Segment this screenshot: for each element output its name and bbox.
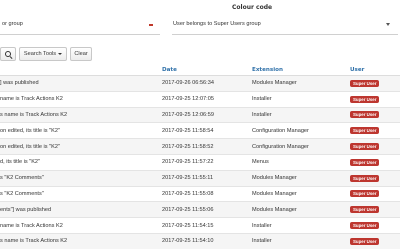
date-cell: 2017-09-25 11:58:52 (162, 138, 252, 155)
column-header-date[interactable]: Date (162, 64, 252, 76)
search-icon (5, 50, 11, 57)
colour-code-select[interactable]: User belongs to Super Users group (172, 14, 398, 35)
caret-down-icon (58, 52, 63, 55)
user-badge: Super User (350, 95, 380, 103)
message-cell[interactable]: name is Track Actions K2 (0, 217, 162, 234)
user-cell: Super User (350, 75, 400, 92)
user-cell: Super User (350, 106, 400, 123)
table-row: s "K2 Comments" 2017-09-25 11:55:08 Module… (0, 185, 400, 202)
user-cell: Super User (350, 90, 400, 108)
date-cell: 2017-09-25 11:55:06 (162, 201, 252, 218)
message-cell[interactable]: d, its title is "K2" (0, 153, 162, 171)
extension-cell: Installer (252, 106, 350, 123)
date-cell: 2017-09-26 06:56:34 (162, 75, 252, 92)
colour-code-label: Colour code (232, 4, 273, 11)
table-row: s name is Track Actions K2 2017-09-25 12:… (0, 106, 400, 123)
filter-bar: or group Colour code User belongs to Sup… (0, 0, 400, 40)
user-badge: Super User (350, 174, 380, 182)
date-cell: 2017-09-25 12:07:05 (162, 90, 252, 108)
extension-cell: Configuration Manager (252, 138, 350, 155)
user-cell: Super User (350, 169, 400, 187)
extension-cell: Modules Manager (252, 75, 350, 92)
message-cell[interactable]: on edited, its title is "K2" (0, 138, 162, 155)
extension-cell: Modules Manager (252, 201, 350, 218)
message-cell[interactable]: s "K2 Comments" (0, 185, 162, 202)
date-cell: 2017-09-25 11:54:10 (162, 232, 252, 249)
search-tools-label: Search Tools (23, 51, 57, 57)
table-header-row: Date Extension User (0, 64, 400, 76)
group-filter-select[interactable]: or group (0, 14, 160, 35)
extension-cell: Configuration Manager (252, 122, 350, 139)
column-header-extension[interactable]: Extension (252, 64, 350, 76)
user-badge: Super User (350, 190, 380, 198)
date-cell: 2017-09-25 11:55:11 (162, 169, 252, 187)
user-badge: Super User (350, 222, 380, 230)
column-header-message (0, 64, 162, 76)
table-body: ] was published 2017-09-26 06:56:34 Module… (0, 75, 400, 249)
message-cell[interactable]: ents"] was published (0, 201, 162, 218)
date-cell: 2017-09-25 12:06:59 (162, 106, 252, 123)
table-row: s name is Track Actions K2 2017-09-25 11:… (0, 232, 400, 249)
table-row: name is Track Actions K2 2017-09-25 11:54… (0, 217, 400, 234)
colour-code-value: User belongs to Super Users group (173, 21, 261, 27)
user-badge: Super User (350, 206, 380, 214)
date-cell: 2017-09-25 11:57:22 (162, 153, 252, 171)
message-cell[interactable]: ] was published (0, 75, 162, 92)
date-cell: 2017-09-25 11:54:15 (162, 217, 252, 234)
user-cell: Super User (350, 185, 400, 202)
chevron-down-icon (386, 23, 390, 26)
group-filter-value: or group (2, 21, 23, 27)
message-cell[interactable]: s name is Track Actions K2 (0, 106, 162, 123)
table-row: d, its title is "K2" 2017-09-25 11:57:22 M… (0, 153, 400, 171)
search-tools-button[interactable]: Search Tools (19, 47, 67, 61)
search-toolbar: Search Tools Clear (0, 47, 400, 61)
user-cell: Super User (350, 153, 400, 171)
extension-cell: Installer (252, 217, 350, 234)
extension-cell: Installer (252, 232, 350, 249)
table-row: ents"] was published 2017-09-25 11:55:06 M… (0, 201, 400, 218)
extension-cell: Installer (252, 90, 350, 108)
user-cell: Super User (350, 138, 400, 155)
user-badge: Super User (350, 158, 380, 166)
user-badge: Super User (350, 111, 380, 119)
table-row: on edited, its title is "K2" 2017-09-25 1… (0, 122, 400, 139)
extension-cell: Modules Manager (252, 185, 350, 202)
extension-cell: Modules Manager (252, 169, 350, 187)
date-cell: 2017-09-25 11:58:54 (162, 122, 252, 139)
table-row: on edited, its title is "K2" 2017-09-25 1… (0, 138, 400, 155)
user-badge: Super User (350, 237, 380, 245)
user-cell: Super User (350, 232, 400, 249)
user-badge: Super User (350, 127, 380, 135)
user-cell: Super User (350, 201, 400, 218)
user-cell: Super User (350, 122, 400, 139)
table-row: ] was published 2017-09-26 06:56:34 Module… (0, 75, 400, 92)
column-header-user[interactable]: User (350, 64, 400, 76)
search-button[interactable] (0, 47, 16, 61)
message-cell[interactable]: on edited, its title is "K2" (0, 122, 162, 139)
action-log-table: Date Extension User ] was published 2017-… (0, 64, 400, 249)
clear-button[interactable]: Clear (70, 47, 92, 61)
user-badge: Super User (350, 79, 380, 87)
user-badge: Super User (350, 143, 380, 151)
clear-selection-icon[interactable] (149, 24, 153, 26)
message-cell[interactable]: s "K2 Comments" (0, 169, 162, 187)
date-cell: 2017-09-25 11:55:08 (162, 185, 252, 202)
extension-cell: Menus (252, 153, 350, 171)
user-cell: Super User (350, 217, 400, 234)
table-row: s "K2 Comments" 2017-09-25 11:55:11 Module… (0, 169, 400, 187)
table-row: name is Track Actions K2 2017-09-25 12:07… (0, 90, 400, 108)
message-cell[interactable]: name is Track Actions K2 (0, 90, 162, 108)
message-cell[interactable]: s name is Track Actions K2 (0, 232, 162, 249)
